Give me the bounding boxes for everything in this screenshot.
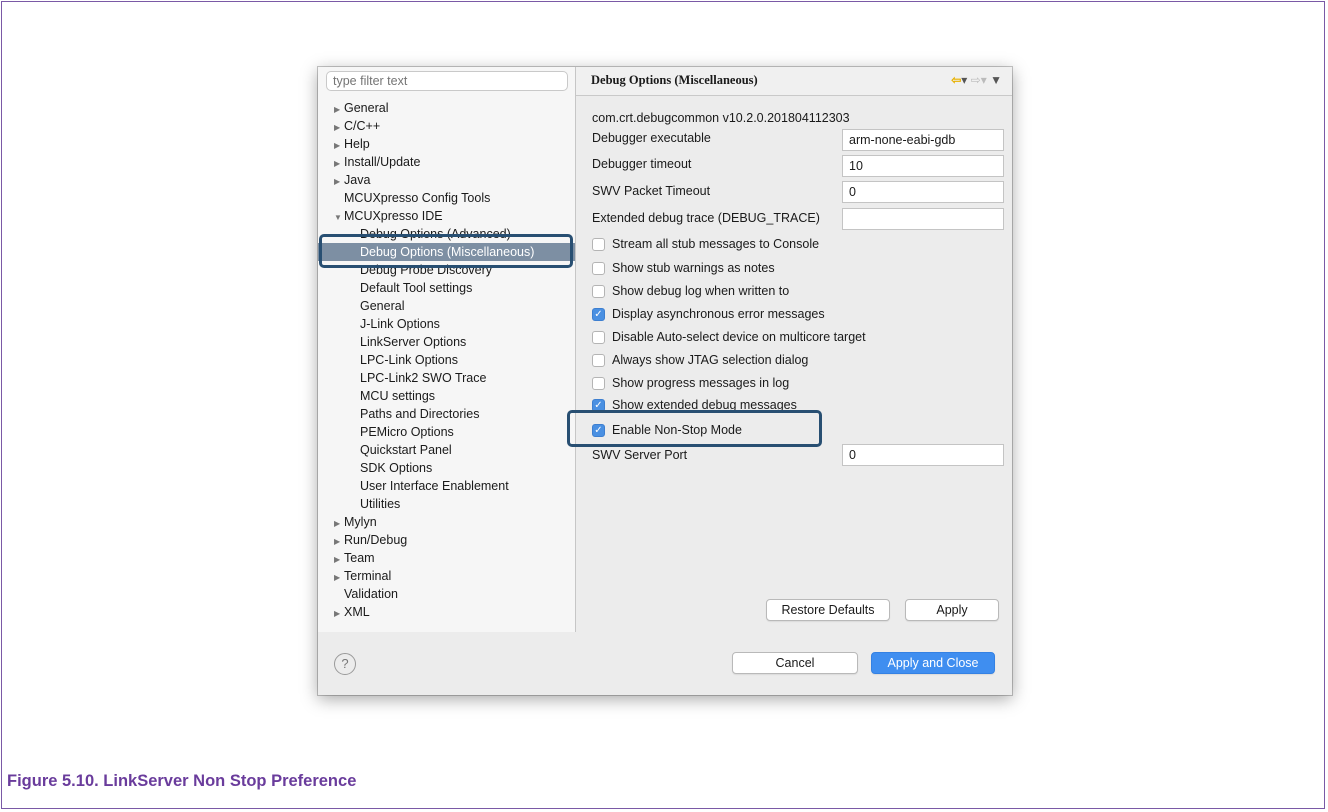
swv-packet-timeout-field[interactable]: 0	[842, 181, 1004, 203]
debug-trace-field[interactable]	[842, 208, 1004, 230]
checkbox[interactable]	[592, 353, 605, 367]
expand-arrow-icon[interactable]: ▶	[334, 173, 344, 191]
checkbox-async-errors[interactable]: ✓ Display asynchronous error messages	[592, 305, 825, 323]
checkbox[interactable]	[592, 261, 605, 275]
checkbox[interactable]	[592, 284, 605, 298]
tree-item-cpp[interactable]: ▶ C/C++	[334, 117, 380, 135]
checkbox[interactable]	[592, 376, 605, 390]
debug-trace-label: Extended debug trace (DEBUG_TRACE)	[592, 211, 820, 225]
tree-item-xml[interactable]: ▶ XML	[334, 603, 370, 621]
expand-arrow-icon[interactable]: ▶	[334, 605, 344, 623]
tree-item-default-tool-settings[interactable]: Default Tool settings	[360, 279, 472, 297]
debugger-executable-label: Debugger executable	[592, 131, 711, 145]
highlight-selected-tree-item	[319, 234, 573, 268]
collapse-arrow-icon[interactable]: ▼	[334, 209, 344, 227]
history-nav: ⇦▾ ⇨▾ ▼	[951, 73, 1002, 87]
tree-item-quickstart-panel[interactable]: Quickstart Panel	[360, 441, 452, 459]
tree-item-team[interactable]: ▶ Team	[334, 549, 375, 567]
debugger-executable-field[interactable]: arm-none-eabi-gdb	[842, 129, 1004, 151]
checkbox-stream-stub-messages[interactable]: Stream all stub messages to Console	[592, 235, 819, 253]
page-title: Debug Options (Miscellaneous)	[591, 73, 758, 87]
checkmark-icon: ✓	[594, 399, 603, 411]
tree-item-linkserver-options[interactable]: LinkServer Options	[360, 333, 466, 351]
cancel-button[interactable]: Cancel	[732, 652, 858, 674]
page-header: Debug Options (Miscellaneous) ⇦▾ ⇨▾ ▼	[576, 67, 1012, 96]
restore-defaults-button[interactable]: Restore Defaults	[766, 599, 890, 621]
checkbox-progress-messages[interactable]: Show progress messages in log	[592, 374, 789, 392]
tree-item-general[interactable]: ▶ General	[334, 99, 388, 117]
forward-menu-icon[interactable]: ▾	[981, 73, 987, 87]
apply-and-close-button[interactable]: Apply and Close	[871, 652, 995, 674]
swv-packet-timeout-label: SWV Packet Timeout	[592, 184, 711, 198]
checkmark-icon: ✓	[594, 308, 603, 320]
checkbox-show-debug-log[interactable]: Show debug log when written to	[592, 282, 789, 300]
checkbox[interactable]	[592, 330, 605, 344]
tree-item-mcu-settings[interactable]: MCU settings	[360, 387, 435, 405]
preferences-dialog: ▶General ▶C/C++ ▶Help ▶Install/Update ▶J…	[318, 67, 1012, 695]
tree-item-utilities[interactable]: Utilities	[360, 495, 400, 513]
filter-input[interactable]	[326, 71, 568, 91]
checkbox-jtag-dialog[interactable]: Always show JTAG selection dialog	[592, 351, 808, 369]
tree-item-ui-enablement[interactable]: User Interface Enablement	[360, 477, 509, 495]
tree-item-paths-directories[interactable]: Paths and Directories	[360, 405, 480, 423]
tree-item-lpc-link2-swo-trace[interactable]: LPC-Link2 SWO Trace	[360, 369, 486, 387]
tree-item-mcuxpresso-config-tools[interactable]: MCUXpresso Config Tools	[344, 189, 490, 207]
tree-item-terminal[interactable]: ▶ Terminal	[334, 567, 391, 585]
help-icon[interactable]: ?	[334, 653, 356, 675]
tree-item-pemicro-options[interactable]: PEMicro Options	[360, 423, 454, 441]
back-arrow-icon[interactable]: ⇦	[951, 73, 961, 87]
forward-arrow-icon[interactable]: ⇨	[971, 73, 981, 87]
plugin-version: com.crt.debugcommon v10.2.0.201804112303	[592, 111, 850, 125]
swv-server-port-field[interactable]: 0	[842, 444, 1004, 466]
tree-item-install-update[interactable]: ▶ Install/Update	[334, 153, 420, 171]
checkbox-checked[interactable]: ✓	[592, 307, 605, 321]
highlight-non-stop-mode	[567, 410, 822, 447]
preferences-tree-panel: ▶General ▶C/C++ ▶Help ▶Install/Update ▶J…	[318, 67, 576, 632]
debugger-timeout-field[interactable]: 10	[842, 155, 1004, 177]
debugger-timeout-label: Debugger timeout	[592, 157, 692, 171]
expand-arrow-icon[interactable]: ▶	[334, 569, 344, 587]
swv-server-port-label: SWV Server Port	[592, 448, 688, 462]
apply-button[interactable]: Apply	[905, 599, 999, 621]
tree-item-java[interactable]: ▶ Java	[334, 171, 370, 189]
checkbox-stub-warnings[interactable]: Show stub warnings as notes	[592, 259, 775, 277]
tree-item-sdk-options[interactable]: SDK Options	[360, 459, 432, 477]
view-menu-icon[interactable]: ▼	[990, 73, 1002, 87]
tree-item-run-debug[interactable]: ▶ Run/Debug	[334, 531, 407, 549]
tree-item-validation[interactable]: Validation	[344, 585, 398, 603]
tree-item-jlink-options[interactable]: J-Link Options	[360, 315, 440, 333]
tree-item-lpc-link-options[interactable]: LPC-Link Options	[360, 351, 458, 369]
tree-item-mylyn[interactable]: ▶ Mylyn	[334, 513, 377, 531]
tree-item-help[interactable]: ▶ Help	[334, 135, 370, 153]
checkbox-disable-auto-select[interactable]: Disable Auto-select device on multicore …	[592, 328, 866, 346]
back-menu-icon[interactable]: ▾	[961, 73, 967, 87]
tree-item-mcuxpresso-ide[interactable]: ▼ MCUXpresso IDE	[334, 207, 443, 225]
tree-item-ide-general[interactable]: General	[360, 297, 404, 315]
figure-caption: Figure 5.10. LinkServer Non Stop Prefere…	[7, 772, 357, 790]
checkbox[interactable]	[592, 237, 605, 251]
preference-page: Debug Options (Miscellaneous) ⇦▾ ⇨▾ ▼ co…	[576, 67, 1012, 632]
